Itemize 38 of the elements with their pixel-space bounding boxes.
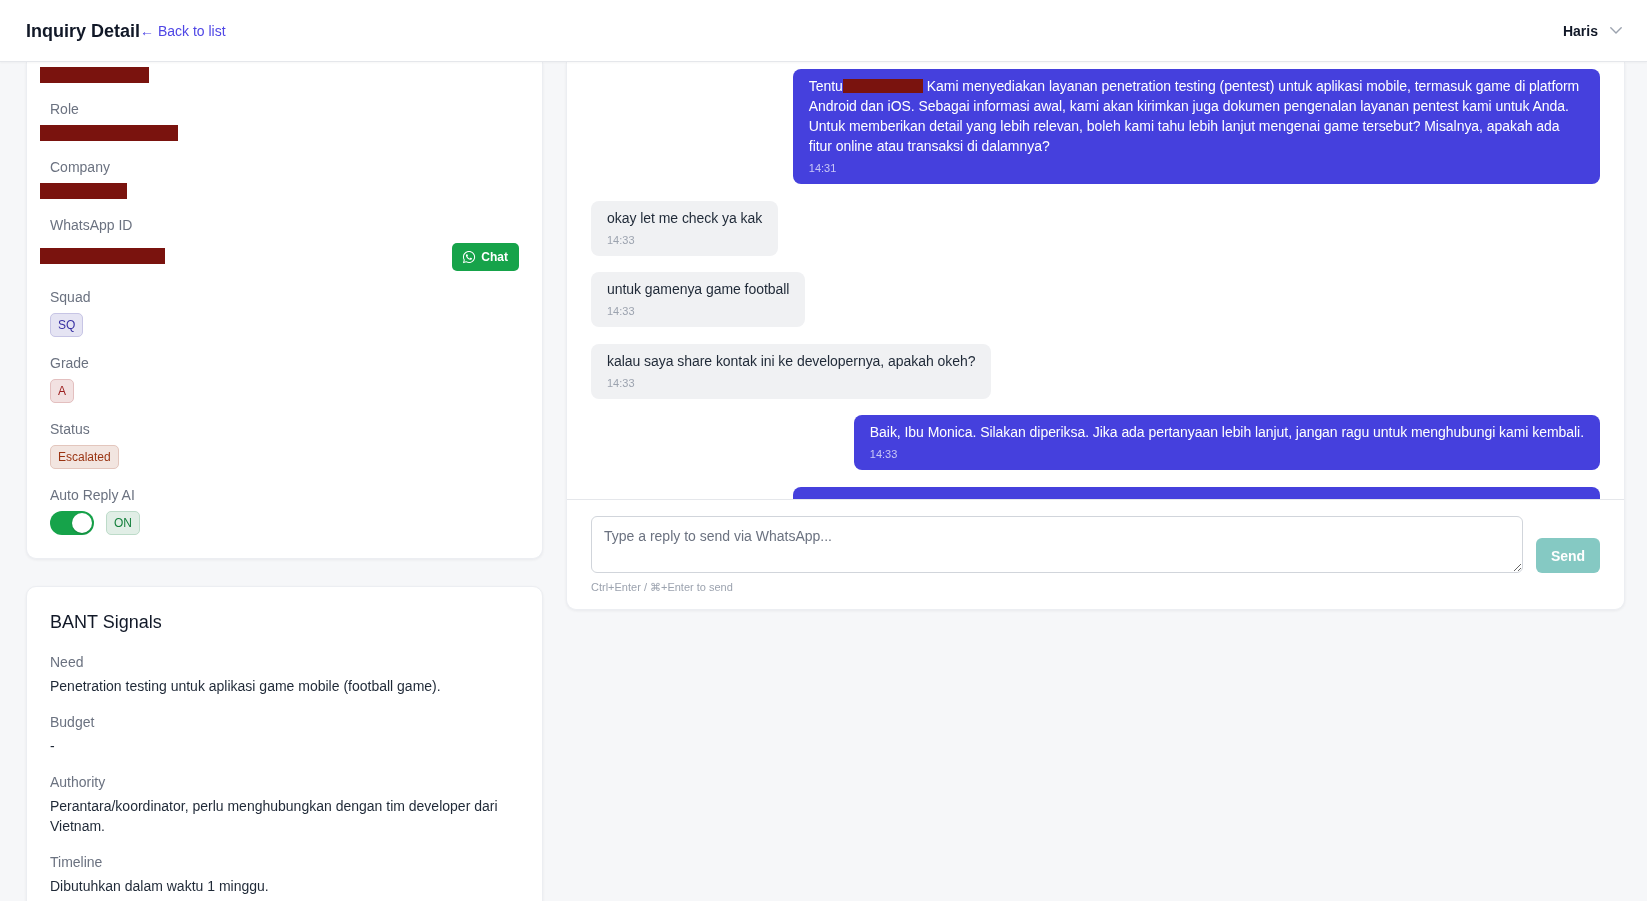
toggle-switch[interactable] — [50, 511, 94, 535]
message-time: 14:33 — [607, 375, 636, 391]
back-link[interactable]: ← Back to list — [140, 20, 226, 41]
card-title: BANT Signals — [50, 611, 163, 634]
signal-label: Budget — [50, 713, 96, 732]
field-label: Grade — [50, 354, 90, 373]
field-label: Auto Reply AI — [50, 486, 136, 505]
message-time: 14:33 — [869, 447, 899, 462]
signal-label: Need — [50, 653, 85, 672]
signal-value: Dibutuhkan dalam waktu 1 minggu. — [50, 877, 270, 896]
message-text: Baik, Ibu Monica. Silakan diperiksa. Jika ada pertanyaan lebih lanjut, jangan ragu untuk menghubungi kami kembali. — [869, 423, 1584, 442]
user-menu-button[interactable]: Haris — [1562, 18, 1622, 43]
signal-value: Perantara/koordinator, perlu menghubungkan dengan tim developer dari Vietnam. — [50, 797, 499, 836]
signal-value: Penetration testing untuk aplikasi game mobile (football game). — [50, 677, 442, 696]
field-label: Company — [50, 158, 111, 177]
field-tag: Escalated — [50, 445, 119, 469]
reply-input[interactable]: Type a reply to send via WhatsApp... — [591, 516, 1523, 573]
shortcut-hint: Ctrl+Enter / ⌘+Enter to send — [591, 580, 734, 595]
phone-chat-icon — [462, 250, 477, 264]
signal-value: - — [50, 737, 56, 756]
signal-label: Authority — [50, 773, 107, 792]
message-time: 14:33 — [607, 304, 636, 319]
message-text: untuk gamenya game football — [607, 280, 790, 299]
signal-label: Timeline — [50, 853, 104, 872]
toggle-state-tag: ON — [106, 511, 140, 535]
field-tag: A — [50, 379, 74, 403]
message-time: 14:31 — [808, 161, 838, 176]
page-title: Inquiry Detail — [26, 19, 141, 43]
message-text: okay let me check ya kak — [607, 208, 763, 228]
field-label: Squad — [50, 288, 92, 307]
field-tag: SQ — [50, 313, 84, 337]
message-time: 14:33 — [607, 232, 636, 248]
message-text: kalau saya share kontak ini ke developernya, apakah okeh? — [607, 351, 976, 371]
message-text: Tentu Kami menyediakan layanan penetration testing (pentest) untuk aplikasi mobile, termasuk game di platform Android dan iOS. Sebagai informasi awal, kami akan kirimkan juga dokumen pengenalan layanan pentest kami untuk Anda. Untuk memberikan detail yang lebih relevan, boleh kami tahu lebih lanjut mengenai game tersebut? Misalnya, apakah ada fitur online atau transaksi di dalamnya? — [808, 77, 1581, 156]
chevron-down-icon — [1610, 27, 1622, 34]
field-label: WhatsApp ID — [50, 216, 134, 235]
field-label: Status — [50, 420, 91, 439]
field-label: Role — [50, 100, 80, 119]
